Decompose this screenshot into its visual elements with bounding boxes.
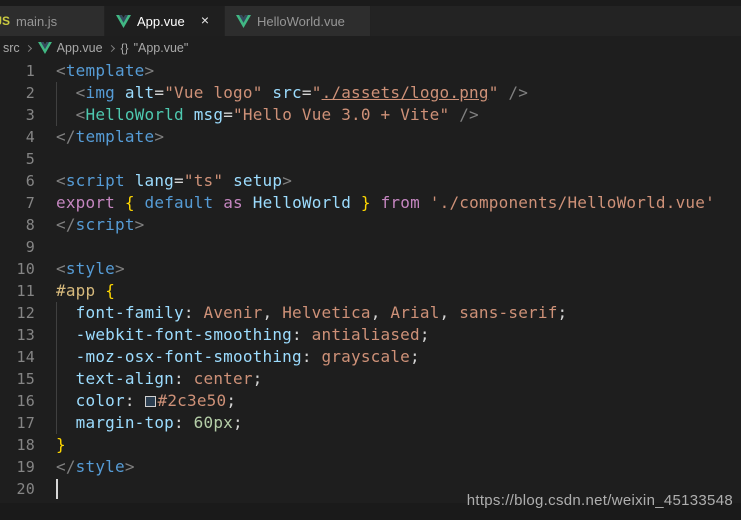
tab-app-vue[interactable]: App.vue × — [105, 6, 225, 36]
close-icon[interactable]: × — [197, 13, 213, 29]
line-number: 16 — [0, 390, 35, 412]
tab-bar: JS main.js App.vue × HelloWorld.vue — [0, 0, 741, 36]
line-number: 14 — [0, 346, 35, 368]
line-number: 12 — [0, 302, 35, 324]
tab-main-js[interactable]: JS main.js — [0, 6, 105, 36]
color-swatch[interactable] — [145, 396, 156, 407]
chevron-right-icon — [25, 44, 32, 51]
tab-label: main.js — [16, 14, 57, 29]
line-number: 2 — [0, 82, 35, 104]
line-number: 18 — [0, 434, 35, 456]
code-editor[interactable]: 1<template>2 <img alt="Vue logo" src="./… — [0, 60, 741, 520]
code-lines: 1<template>2 <img alt="Vue logo" src="./… — [0, 60, 741, 500]
code-line[interactable]: 10<style> — [0, 258, 741, 280]
code-line[interactable]: 12 font-family: Avenir, Helvetica, Arial… — [0, 302, 741, 324]
line-number: 10 — [0, 258, 35, 280]
breadcrumb: src App.vue {} "App.vue" — [0, 36, 741, 60]
code-line[interactable]: 14 -moz-osx-font-smoothing: grayscale; — [0, 346, 741, 368]
vue-icon — [116, 15, 131, 28]
code-line[interactable]: 11#app { — [0, 280, 741, 302]
code-line[interactable]: 6<script lang="ts" setup> — [0, 170, 741, 192]
line-number: 15 — [0, 368, 35, 390]
code-line[interactable]: 15 text-align: center; — [0, 368, 741, 390]
line-number: 4 — [0, 126, 35, 148]
symbol-braces-icon: {} — [121, 41, 129, 55]
line-number: 20 — [0, 478, 35, 500]
tab-label: App.vue — [137, 14, 185, 29]
code-line[interactable]: 16 color: #2c3e50; — [0, 390, 741, 412]
javascript-icon: JS — [0, 13, 10, 29]
code-line[interactable]: 1<template> — [0, 60, 741, 82]
tab-strip-empty — [371, 6, 741, 36]
code-line[interactable]: 9 — [0, 236, 741, 258]
code-line[interactable]: 18} — [0, 434, 741, 456]
line-number: 13 — [0, 324, 35, 346]
line-number: 7 — [0, 192, 35, 214]
code-line[interactable]: 8</script> — [0, 214, 741, 236]
code-line[interactable]: 5 — [0, 148, 741, 170]
line-number: 9 — [0, 236, 35, 258]
breadcrumb-folder[interactable]: src — [3, 41, 20, 55]
tab-label: HelloWorld.vue — [257, 14, 345, 29]
code-line[interactable]: 17 margin-top: 60px; — [0, 412, 741, 434]
code-line[interactable]: 3 <HelloWorld msg="Hello Vue 3.0 + Vite"… — [0, 104, 741, 126]
vue-icon — [38, 42, 52, 54]
breadcrumb-file[interactable]: App.vue — [57, 41, 103, 55]
tab-helloworld-vue[interactable]: HelloWorld.vue — [225, 6, 371, 36]
line-number: 6 — [0, 170, 35, 192]
line-number: 8 — [0, 214, 35, 236]
code-line[interactable]: 4</template> — [0, 126, 741, 148]
line-number: 5 — [0, 148, 35, 170]
line-number: 19 — [0, 456, 35, 478]
breadcrumb-symbol[interactable]: "App.vue" — [134, 41, 189, 55]
code-line[interactable]: 2 <img alt="Vue logo" src="./assets/logo… — [0, 82, 741, 104]
text-cursor — [56, 479, 58, 499]
code-line[interactable]: 7export { default as HelloWorld } from '… — [0, 192, 741, 214]
line-number: 17 — [0, 412, 35, 434]
chevron-right-icon — [108, 44, 115, 51]
line-number: 11 — [0, 280, 35, 302]
line-number: 3 — [0, 104, 35, 126]
code-line[interactable]: 19</style> — [0, 456, 741, 478]
vue-icon — [236, 15, 251, 28]
code-line[interactable]: 13 -webkit-font-smoothing: antialiased; — [0, 324, 741, 346]
line-number: 1 — [0, 60, 35, 82]
watermark-url: https://blog.csdn.net/weixin_45133548 — [467, 492, 733, 509]
